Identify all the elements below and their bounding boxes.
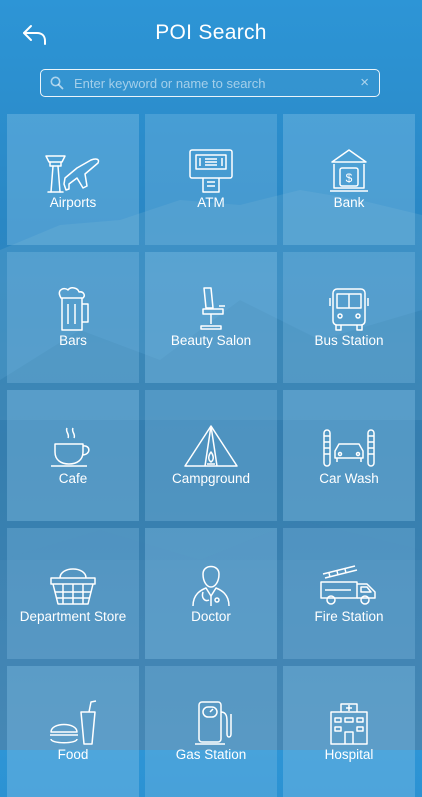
category-tile-cafe[interactable]: Cafe [7, 390, 139, 521]
car-wash-icon [323, 429, 375, 467]
category-tile-airports[interactable]: Airports [7, 114, 139, 245]
category-tile-bars[interactable]: Bars [7, 252, 139, 383]
category-label: Bars [59, 333, 87, 348]
category-label: Department Store [19, 609, 127, 624]
category-label: Doctor [191, 609, 231, 624]
category-tile-fire-station[interactable]: Fire Station [283, 528, 415, 659]
category-tile-gas-station[interactable]: Gas Station [145, 666, 277, 797]
category-label: Car Wash [319, 471, 379, 486]
atm-icon [189, 149, 233, 193]
doctor-icon [192, 565, 230, 607]
category-tile-beauty-salon[interactable]: Beauty Salon [145, 252, 277, 383]
category-label: ATM [197, 195, 225, 210]
fast-food-icon [50, 700, 97, 745]
beer-mug-icon [58, 287, 89, 331]
category-label: Bank [333, 195, 365, 210]
category-label: Bus Station [314, 333, 384, 348]
coffee-cup-icon [51, 427, 90, 467]
category-label: Fire Station [314, 609, 384, 624]
category-label: Campground [171, 471, 251, 486]
category-label: Airports [49, 195, 97, 210]
shopping-basket-icon [50, 568, 96, 605]
category-tile-bus-station[interactable]: Bus Station [283, 252, 415, 383]
category-label: Gas Station [175, 747, 247, 762]
clear-icon[interactable]: × [360, 73, 369, 93]
svg-text:$: $ [346, 171, 353, 185]
header-bar: POI Search [0, 0, 422, 66]
airport-icon [45, 155, 100, 193]
category-label: Hospital [324, 747, 374, 762]
category-tile-car-wash[interactable]: Car Wash [283, 390, 415, 521]
category-tile-department-store[interactable]: Department Store [7, 528, 139, 659]
salon-chair-icon [200, 287, 225, 330]
category-tile-bank[interactable]: $ Bank [283, 114, 415, 245]
hospital-icon [330, 703, 368, 745]
search-bar: × [40, 69, 380, 97]
category-label: Cafe [58, 471, 88, 486]
category-tile-doctor[interactable]: Doctor [145, 528, 277, 659]
category-label: Food [57, 747, 89, 762]
fire-truck-icon [320, 565, 376, 605]
category-tile-atm[interactable]: ATM [145, 114, 277, 245]
category-tile-food[interactable]: Food [7, 666, 139, 797]
gas-pump-icon [195, 701, 232, 745]
tent-icon [184, 425, 238, 467]
page-title: POI Search [155, 21, 267, 44]
bus-icon [329, 288, 369, 331]
bank-icon: $ [330, 149, 368, 192]
category-label: Beauty Salon [170, 333, 252, 348]
search-input[interactable] [74, 73, 354, 93]
category-tile-campground[interactable]: Campground [145, 390, 277, 521]
search-icon [50, 76, 64, 90]
category-tile-hospital[interactable]: Hospital [283, 666, 415, 797]
